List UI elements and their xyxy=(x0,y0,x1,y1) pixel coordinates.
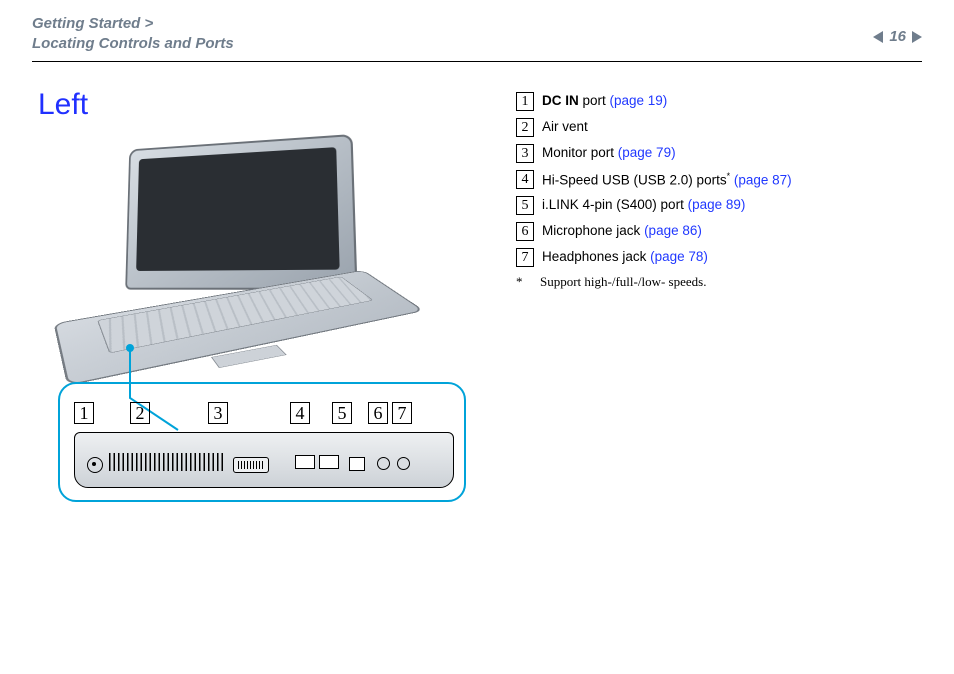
side-view-diagram xyxy=(74,432,454,488)
footnote: *Support high-/full-/low- speeds. xyxy=(516,274,922,290)
legend-item: 2 Air vent xyxy=(516,118,922,137)
headphone-jack-icon xyxy=(397,457,410,470)
callout-numbers: 1 2 3 4567 xyxy=(74,402,450,424)
legend-number: 1 xyxy=(516,92,534,111)
breadcrumb-line1: Getting Started > xyxy=(32,14,234,34)
legend-text: i.LINK 4-pin (S400) port (page 89) xyxy=(542,196,745,214)
next-page-icon[interactable] xyxy=(912,31,922,43)
legend-item: 1 DC IN port (page 19) xyxy=(516,92,922,111)
breadcrumb-line2: Locating Controls and Ports xyxy=(32,34,234,54)
page-ref-link[interactable]: (page 89) xyxy=(688,197,746,212)
callout-number: 5 xyxy=(332,402,352,424)
ilink-port-icon xyxy=(349,457,365,471)
page-ref-link[interactable]: (page 87) xyxy=(730,172,792,187)
usb-port-icon xyxy=(319,455,339,469)
callout-number: 6 xyxy=(368,402,388,424)
page-number: 16 xyxy=(889,28,906,45)
breadcrumb: Getting Started > Locating Controls and … xyxy=(32,14,234,55)
legend-text: Air vent xyxy=(542,118,588,136)
legend-item: 5 i.LINK 4-pin (S400) port (page 89) xyxy=(516,196,922,215)
legend-text: Hi-Speed USB (USB 2.0) ports* (page 87) xyxy=(542,170,792,190)
prev-page-icon[interactable] xyxy=(873,31,883,43)
legend-text: Monitor port (page 79) xyxy=(542,144,676,162)
side-view-panel: 1 2 3 4567 xyxy=(58,382,466,502)
legend-item: 3 Monitor port (page 79) xyxy=(516,144,922,163)
page-title: Left xyxy=(38,88,492,122)
legend-item: 4 Hi-Speed USB (USB 2.0) ports* (page 87) xyxy=(516,170,922,190)
usb-port-icon xyxy=(295,455,315,469)
callout-number: 1 xyxy=(74,402,94,424)
legend-number: 7 xyxy=(516,248,534,267)
dc-in-port-icon xyxy=(87,457,103,473)
figure: 1 2 3 4567 xyxy=(58,140,492,502)
legend-text: DC IN port (page 19) xyxy=(542,92,667,110)
legend-text: Headphones jack (page 78) xyxy=(542,248,708,266)
monitor-port-icon xyxy=(233,457,269,473)
legend: 1 DC IN port (page 19) 2 Air vent 3 Monitor p… xyxy=(516,88,922,502)
laptop-illustration xyxy=(58,140,418,370)
page-ref-link[interactable]: (page 19) xyxy=(610,93,668,108)
air-vent-icon xyxy=(109,453,223,471)
page-ref-link[interactable]: (page 78) xyxy=(650,249,708,264)
header-rule xyxy=(32,61,922,62)
legend-text: Microphone jack (page 86) xyxy=(542,222,702,240)
page-ref-link[interactable]: (page 79) xyxy=(618,145,676,160)
legend-number: 5 xyxy=(516,196,534,215)
legend-number: 3 xyxy=(516,144,534,163)
legend-item: 7 Headphones jack (page 78) xyxy=(516,248,922,267)
page-nav: 16 xyxy=(873,28,922,45)
mic-jack-icon xyxy=(377,457,390,470)
callout-number: 3 xyxy=(208,402,228,424)
page-ref-link[interactable]: (page 86) xyxy=(644,223,702,238)
legend-number: 4 xyxy=(516,170,534,189)
legend-number: 6 xyxy=(516,222,534,241)
callout-number: 4 xyxy=(290,402,310,424)
callout-number: 2 xyxy=(130,402,150,424)
legend-item: 6 Microphone jack (page 86) xyxy=(516,222,922,241)
legend-number: 2 xyxy=(516,118,534,137)
callout-number: 7 xyxy=(392,402,412,424)
